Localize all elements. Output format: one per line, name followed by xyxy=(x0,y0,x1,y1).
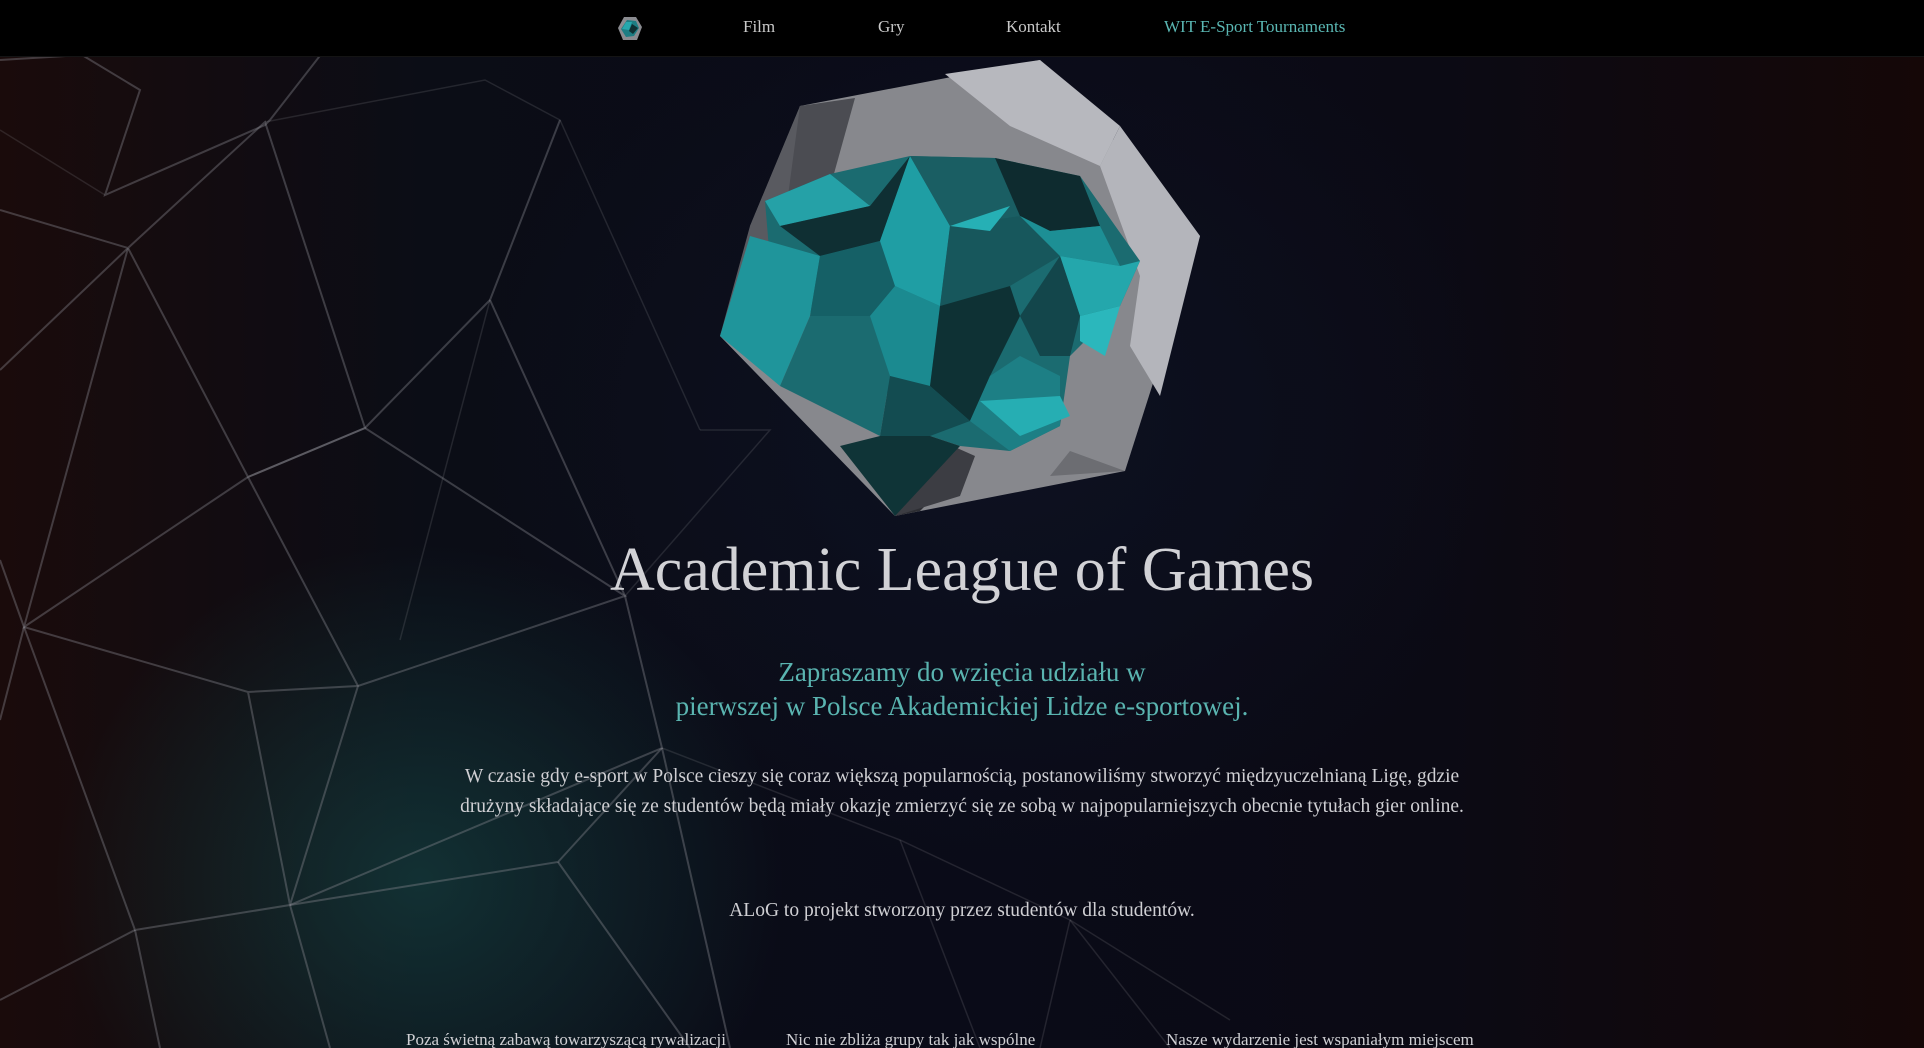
feature-column-1-text: Poza świetną zabawą towarzyszącą rywaliz… xyxy=(406,1030,726,1048)
hero-subtitle-line-2: pierwszej w Polsce Akademickiej Lidze e-… xyxy=(675,691,1249,721)
nav-link-kontakt[interactable]: Kontakt xyxy=(1006,17,1061,37)
page-title: Academic League of Games xyxy=(609,536,1315,604)
alog-panther-logo-icon[interactable] xyxy=(617,16,643,42)
nav-link-film[interactable]: Film xyxy=(743,17,775,37)
hero-subtitle-line-1: Zapraszamy do wzięcia udziału w xyxy=(778,657,1146,687)
hero-subtitle: Zapraszamy do wzięcia udziału w pierwsze… xyxy=(0,655,1924,723)
intro-paragraph: W czasie gdy e-sport w Polsce cieszy się… xyxy=(460,766,1464,817)
feature-column-3-text: Nasze wydarzenie jest wspaniałym miejsce… xyxy=(1166,1030,1474,1048)
nav-link-gry[interactable]: Gry xyxy=(878,17,904,37)
page: Film Gry Kontakt WIT E-Sport Tournaments xyxy=(0,0,1924,1048)
tagline: ALoG to projekt stworzony przez studentó… xyxy=(729,900,1195,921)
feature-column-2-text: Nic nie zbliża grupy tak jak wspólne xyxy=(786,1030,1036,1048)
top-navigation: Film Gry Kontakt WIT E-Sport Tournaments xyxy=(0,0,1924,57)
nav-link-wit-esport-tournaments[interactable]: WIT E-Sport Tournaments xyxy=(1164,17,1345,37)
panther-head-logo-icon xyxy=(720,60,1200,516)
